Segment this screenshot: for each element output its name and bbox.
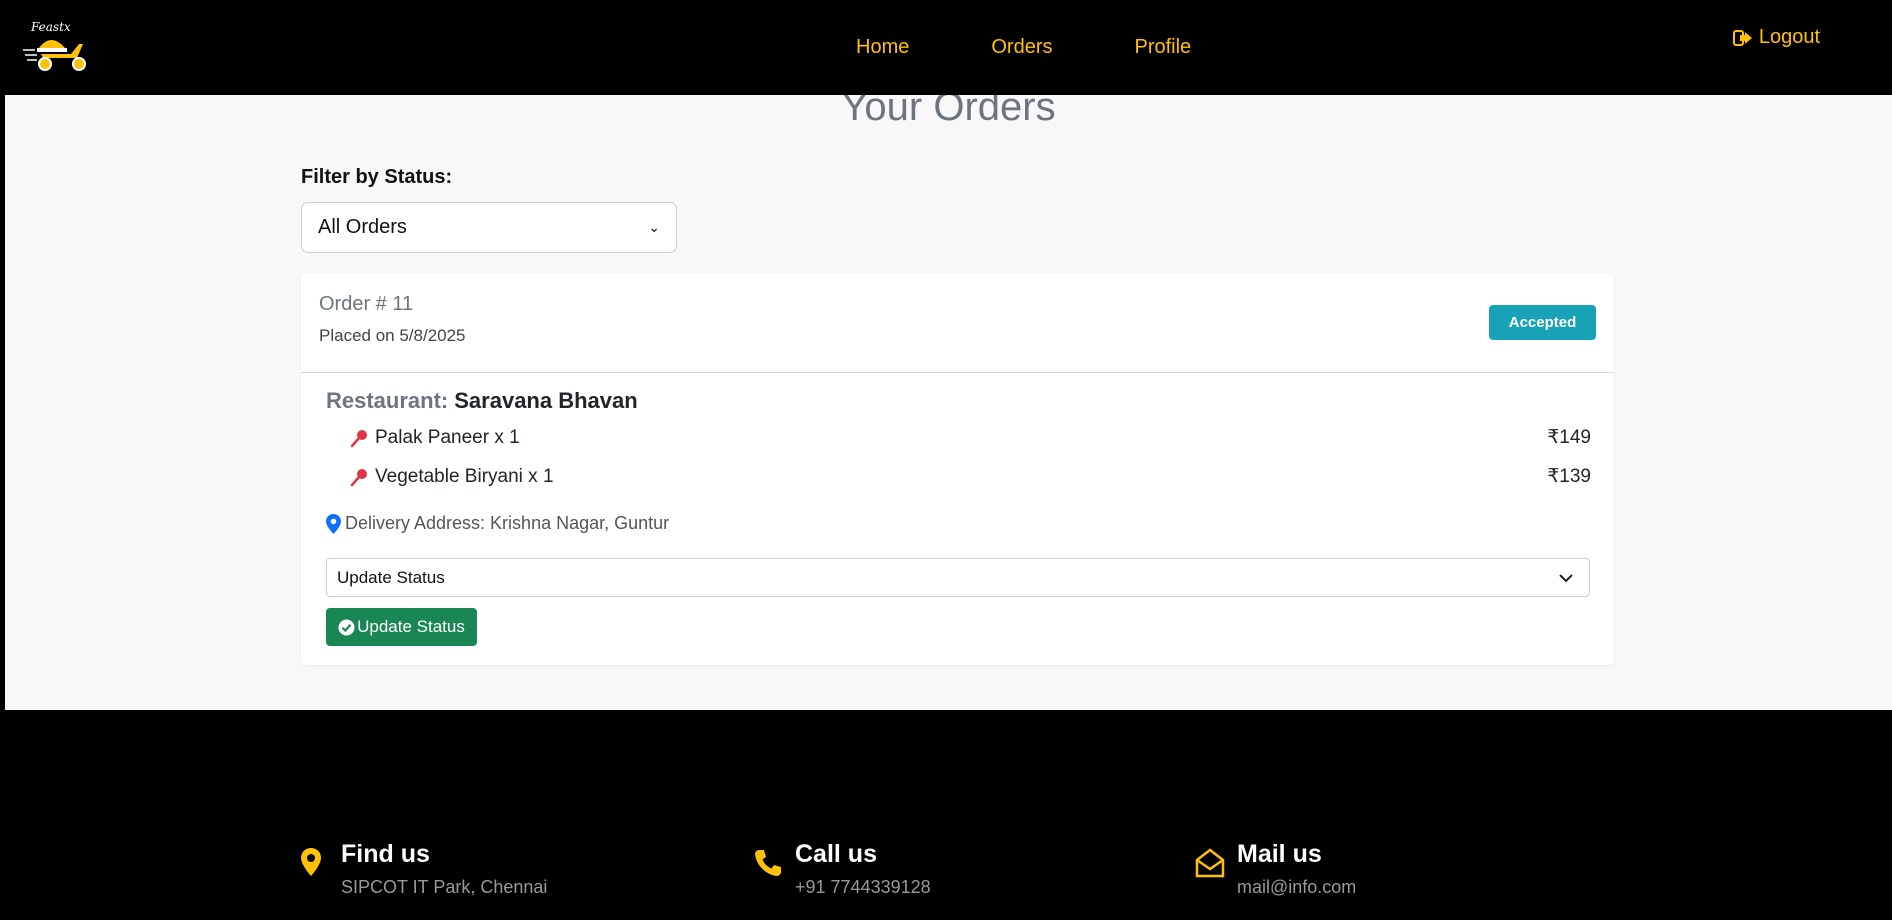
sign-out-icon <box>1732 29 1752 46</box>
map-marker-icon <box>301 848 321 876</box>
phone-icon <box>755 850 781 876</box>
pushpin-icon <box>350 468 367 486</box>
footer-call-us: Call us +91 7744339128 <box>753 840 931 898</box>
update-status-button-label: Update Status <box>357 617 465 636</box>
find-us-title: Find us <box>341 840 430 868</box>
status-filter-select[interactable]: All Orders ⌄ <box>301 202 677 253</box>
call-us-title: Call us <box>795 840 877 868</box>
check-circle-icon <box>338 619 355 635</box>
feastx-logo[interactable]: Feastx <box>21 18 93 74</box>
mail-us-text: mail@info.com <box>1237 877 1357 897</box>
logout-button[interactable]: Logout <box>1732 26 1820 49</box>
order-item: Vegetable Biryani x 1 ₹139 <box>349 465 1591 488</box>
order-number: Order # 11 <box>319 293 414 315</box>
footer-find-us: Find us SIPCOT IT Park, Chennai <box>299 840 547 898</box>
call-us-text: +91 7744339128 <box>795 877 931 897</box>
logo-text: Feastx <box>30 20 71 34</box>
restaurant-name: Saravana Bhavan <box>454 388 638 413</box>
footer: Find us SIPCOT IT Park, Chennai Call us … <box>5 710 1892 920</box>
nav-orders-link[interactable]: Orders <box>991 36 1052 59</box>
order-placed-date: Placed on 5/8/2025 <box>319 326 466 345</box>
update-status-select-value: Update Status <box>337 567 445 587</box>
logout-label: Logout <box>1758 26 1820 48</box>
filter-selected-value: All Orders <box>318 216 407 238</box>
mail-us-title: Mail us <box>1237 840 1322 868</box>
item-price: ₹139 <box>1547 466 1591 487</box>
delivery-address-text: Delivery Address: Krishna Nagar, Guntur <box>345 513 670 533</box>
order-card-header: Order # 11 Placed on 5/8/2025 Accepted <box>301 273 1614 373</box>
orders-main: Your Orders Filter by Status: All Orders… <box>5 85 1892 710</box>
item-price: ₹149 <box>1547 427 1591 448</box>
nav-profile-link[interactable]: Profile <box>1134 36 1191 59</box>
filter-label: Filter by Status: <box>301 166 453 188</box>
footer-mail-us: Mail us mail@info.com <box>1195 840 1356 898</box>
item-name: Palak Paneer x 1 <box>375 426 520 448</box>
delivery-address: Delivery Address: Krishna Nagar, Guntur <box>326 513 669 534</box>
find-us-text: SIPCOT IT Park, Chennai <box>341 877 548 897</box>
chevron-down-icon <box>1559 573 1573 582</box>
update-status-button[interactable]: Update Status <box>326 608 477 646</box>
status-badge: Accepted <box>1489 305 1596 340</box>
restaurant-line: Restaurant: Saravana Bhavan <box>326 388 638 414</box>
navbar: Feastx Home Orders Profile Logout <box>5 0 1892 95</box>
nav-links: Home Orders Profile <box>856 36 1191 59</box>
chevron-down-icon: ⌄ <box>648 219 660 235</box>
update-status-select[interactable]: Update Status <box>326 558 1590 597</box>
nav-home-link[interactable]: Home <box>856 36 909 59</box>
pushpin-icon <box>350 429 367 447</box>
item-name: Vegetable Biryani x 1 <box>375 465 554 487</box>
order-item: Palak Paneer x 1 ₹149 <box>349 426 1591 449</box>
order-card: Order # 11 Placed on 5/8/2025 Accepted R… <box>301 273 1614 665</box>
envelope-open-icon <box>1195 848 1225 878</box>
location-pin-icon <box>326 513 341 534</box>
restaurant-label: Restaurant: <box>326 388 449 413</box>
